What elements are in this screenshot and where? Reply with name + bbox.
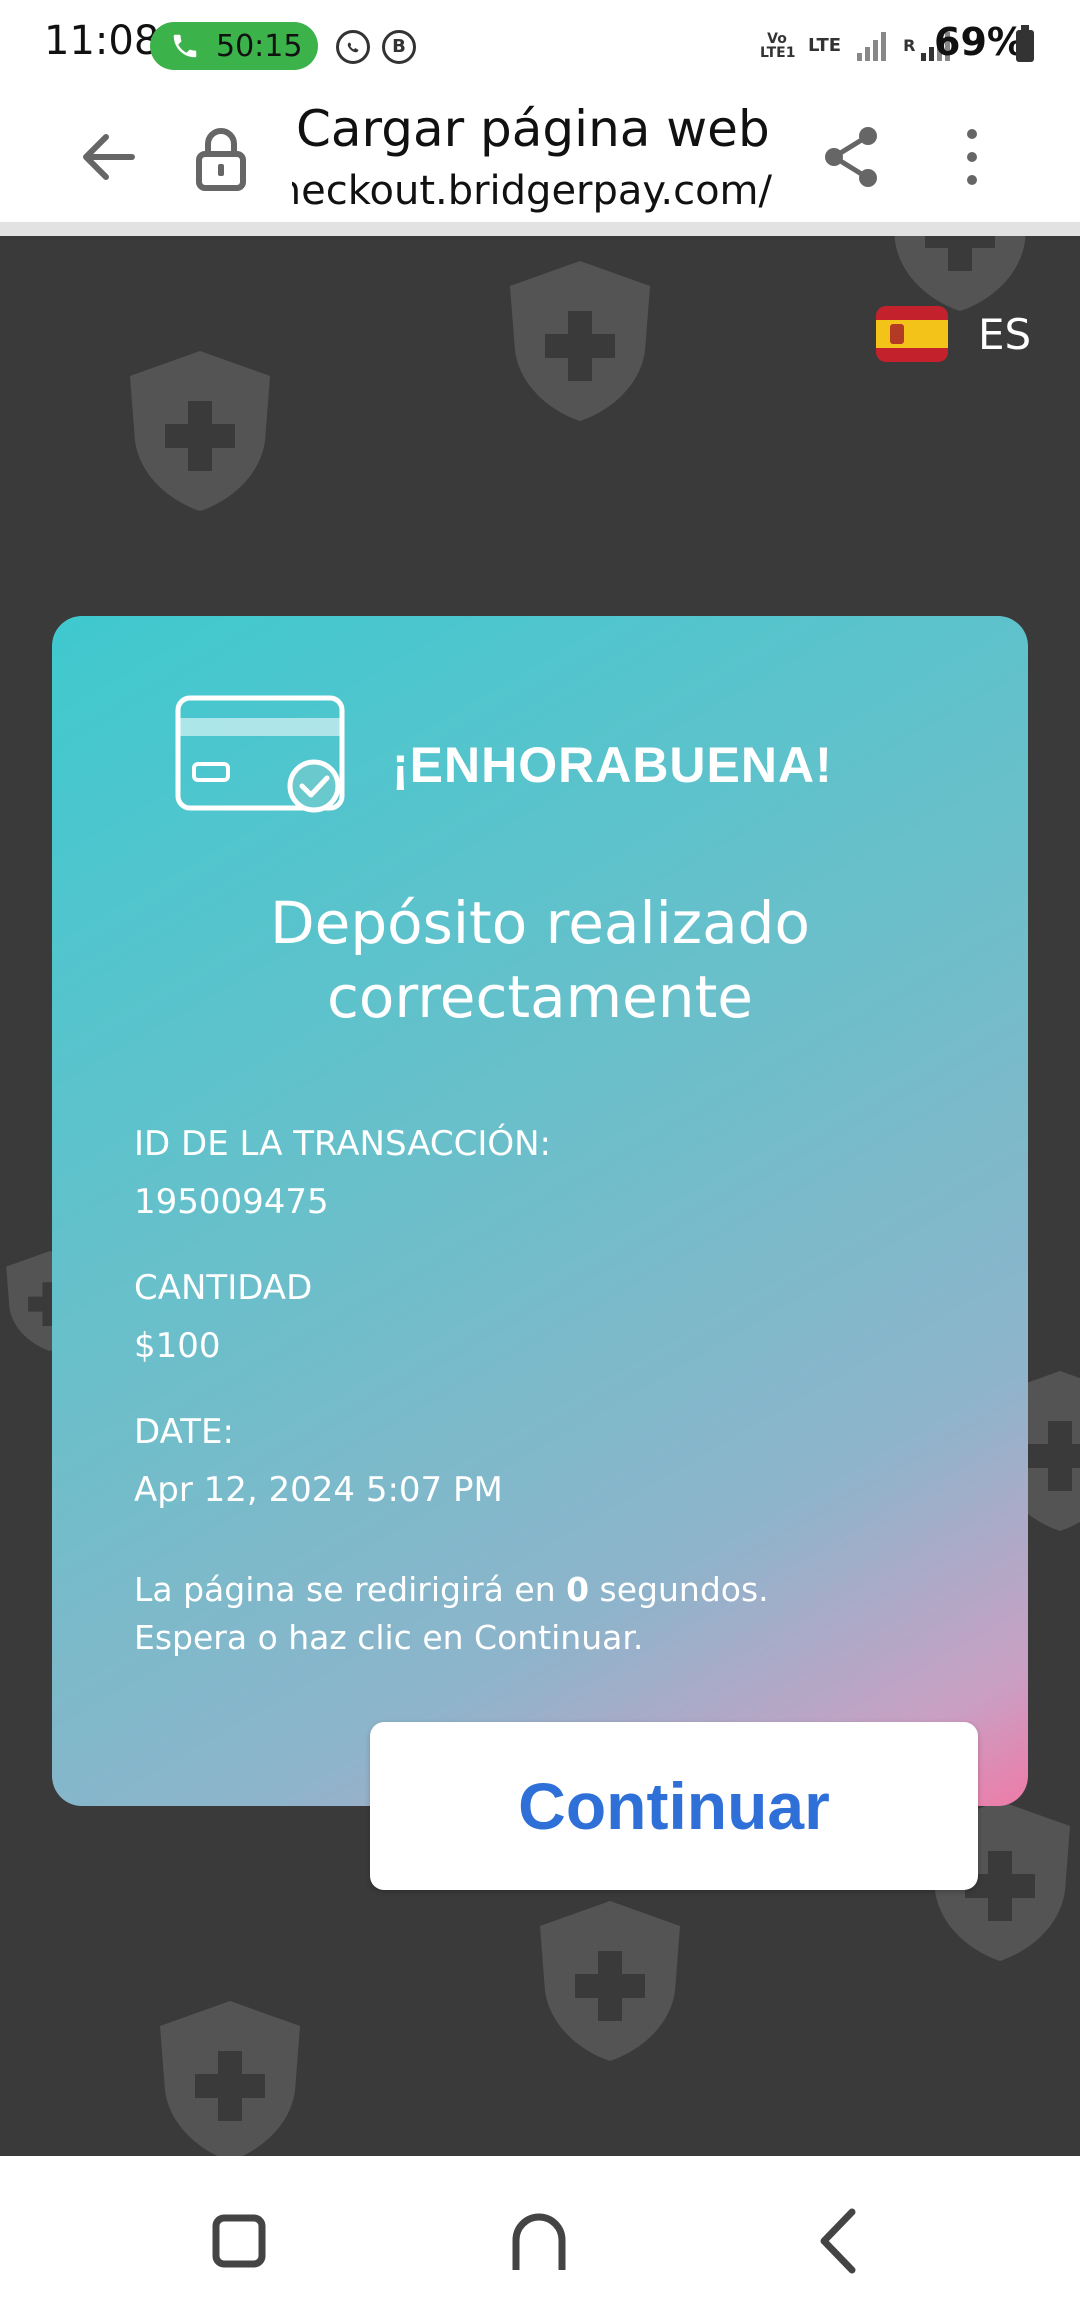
ongoing-call-pill[interactable]: 50:15 [150,22,318,70]
shield-watermark-icon [160,2001,300,2156]
shield-watermark-icon [510,261,650,421]
volte-label: Vo LTE1 [760,31,796,61]
redirect-notice: La página se redirigirá en 0 segundos. E… [134,1566,954,1662]
status-time: 11:08 [44,18,160,64]
congrats-heading: ¡ENHORABUENA! [392,737,833,793]
whatsapp-icon [336,30,370,64]
more-options-icon[interactable] [950,122,994,192]
credit-card-check-icon [175,695,345,813]
status-bar: 11:08 50:15 B Vo LTE1 LTE R 69% [0,0,1080,92]
page-title: Cargar página web [296,100,770,158]
whatsapp-business-icon: B [382,30,416,64]
transaction-id-label: ID DE LA TRANSACCIÓN: [134,1124,552,1164]
back-arrow-icon[interactable] [74,122,144,192]
redirect-text-part1: La página se redirigirá en [134,1570,567,1609]
system-navigation-bar [0,2156,1080,2316]
redirect-seconds: 0 [566,1570,590,1609]
roaming-label: R [903,36,916,55]
page-url[interactable]: checkout.bridgerpay.com/ [292,168,772,214]
date-label: DATE: [134,1412,234,1452]
spain-flag-icon [876,306,948,362]
shield-watermark-icon [130,351,270,511]
signal-bars-icon [857,32,887,61]
checkout-page: ES ¡ENHORABUENA! Depósito realizado corr… [0,236,1080,2156]
browser-toolbar: Cargar página web checkout.bridgerpay.co… [0,92,1080,222]
shield-watermark-icon [894,236,1026,311]
home-icon[interactable] [504,2206,574,2276]
battery-percent: 69% [934,20,1025,64]
deposit-success-headline: Depósito realizado correctamente [52,886,1028,1034]
transaction-id-value: 195009475 [134,1182,329,1222]
amount-label: CANTIDAD [134,1268,313,1308]
phone-icon [173,34,197,58]
lock-icon[interactable] [194,126,248,192]
headline-line-1: Depósito realizado [270,889,810,957]
continue-button[interactable]: Continuar [370,1722,978,1890]
language-code: ES [978,309,1032,359]
redirect-text-part2: segundos. [589,1570,769,1609]
call-timer: 50:15 [216,28,303,64]
headline-line-2: correctamente [327,963,753,1031]
date-value: Apr 12, 2024 5:07 PM [134,1470,503,1510]
nav-back-icon[interactable] [806,2206,876,2276]
shield-watermark-icon [540,1901,680,2061]
redirect-text-line2: Espera o haz clic en Continuar. [134,1618,644,1657]
toolbar-divider [0,222,1080,236]
battery-icon [1016,25,1034,62]
success-card: ¡ENHORABUENA! Depósito realizado correct… [52,616,1028,1806]
share-icon[interactable] [820,122,884,192]
signal-indicators: Vo LTE1 LTE R [760,26,953,66]
lte-label: LTE [808,35,842,56]
language-selector[interactable]: ES [876,306,1031,362]
page-url-text: checkout.bridgerpay.com/ [292,168,772,214]
recent-apps-icon[interactable] [204,2206,274,2276]
amount-value: $100 [134,1326,221,1366]
